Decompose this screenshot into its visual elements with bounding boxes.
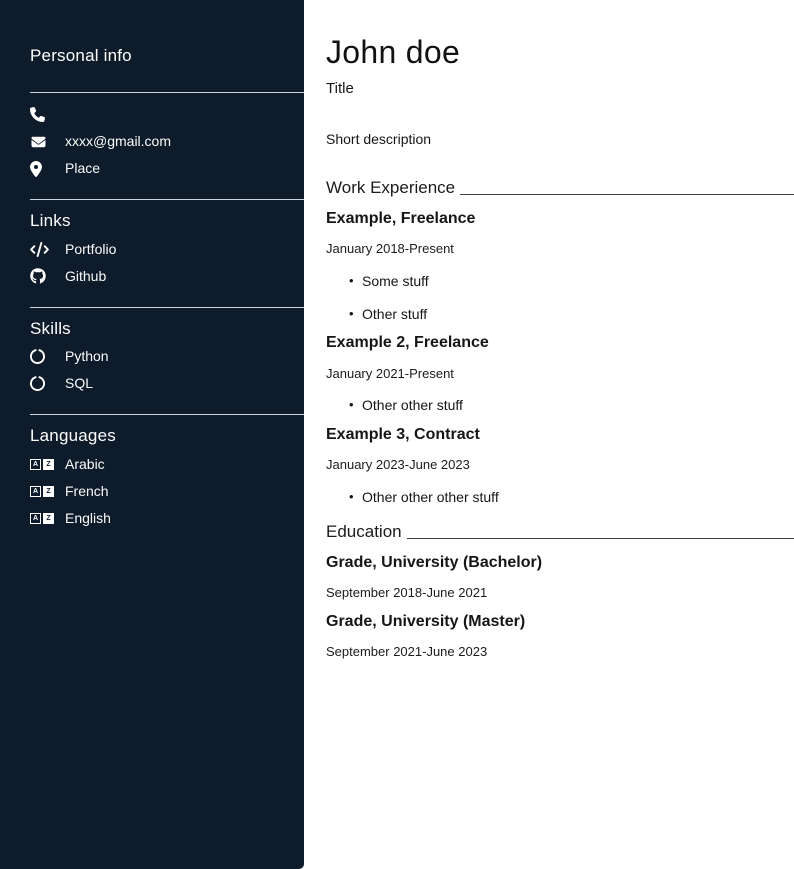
sidebar-divider [30, 199, 304, 200]
sidebar-divider [30, 414, 304, 415]
education-entry-title: Grade, University (Bachelor) [326, 553, 794, 572]
job-title: Title [326, 80, 794, 98]
work-entry-dates: January 2018-Present [326, 241, 794, 257]
envelope-icon [30, 135, 54, 149]
work-entry-title: Example 2, Freelance [326, 333, 794, 352]
education-label: Education [326, 522, 402, 542]
links-list: Portfolio Github [30, 236, 304, 290]
bullet-item: Other stuff [362, 306, 794, 323]
work-experience-label: Work Experience [326, 178, 455, 198]
skills-heading: Skills [30, 319, 304, 339]
language-item-english: AZ English [30, 505, 304, 532]
code-icon [30, 242, 54, 257]
resume-main: John doe Title Short description Work Ex… [304, 0, 794, 869]
languages-heading: Languages [30, 426, 304, 446]
section-heading-education: Education [326, 522, 794, 542]
bullet-item: Other other stuff [362, 397, 794, 414]
link-item-github[interactable]: Github [30, 263, 304, 290]
location-icon [30, 161, 54, 177]
education-entry-dates: September 2018-June 2021 [326, 585, 794, 601]
work-entry-bullets: Other other other stuff [326, 489, 794, 506]
language-text: English [65, 510, 111, 527]
place-text: Place [65, 160, 100, 177]
section-rule [460, 194, 794, 195]
work-entry-title: Example, Freelance [326, 209, 794, 228]
skill-item-sql: SQL [30, 370, 304, 397]
work-entry: Example 3, Contract January 2023-June 20… [326, 425, 794, 506]
skills-list: Python SQL [30, 343, 304, 397]
education-entry: Grade, University (Bachelor) September 2… [326, 553, 794, 601]
language-text: Arabic [65, 456, 105, 473]
portfolio-link-text: Portfolio [65, 241, 116, 258]
work-entry-bullets: Other other stuff [326, 397, 794, 414]
language-icon: AZ [30, 513, 54, 524]
section-rule [407, 538, 794, 539]
circle-notch-icon [30, 376, 54, 391]
work-entry: Example 2, Freelance January 2021-Presen… [326, 333, 794, 414]
language-item-arabic: AZ Arabic [30, 451, 304, 478]
education-entry-title: Grade, University (Master) [326, 612, 794, 631]
language-icon: AZ [30, 486, 54, 497]
work-entry: Example, Freelance January 2018-Present … [326, 209, 794, 322]
links-heading: Links [30, 211, 304, 231]
bullet-item: Some stuff [362, 273, 794, 290]
short-description: Short description [326, 131, 794, 148]
skill-item-python: Python [30, 343, 304, 370]
circle-notch-icon [30, 349, 54, 364]
work-entry-dates: January 2023-June 2023 [326, 457, 794, 473]
work-entry-title: Example 3, Contract [326, 425, 794, 444]
contact-item-email: xxxx@gmail.com [30, 128, 304, 155]
language-icon: AZ [30, 459, 54, 470]
sidebar: Personal info xxxx@gmail.com Place Links [0, 0, 304, 869]
name-heading: John doe [326, 34, 794, 71]
github-icon [30, 268, 54, 284]
skill-text: SQL [65, 375, 93, 392]
phone-icon [30, 107, 54, 122]
language-text: French [65, 483, 109, 500]
section-heading-work: Work Experience [326, 178, 794, 198]
languages-list: AZ Arabic AZ French AZ English [30, 451, 304, 532]
sidebar-divider [30, 307, 304, 308]
contact-list: xxxx@gmail.com Place [30, 101, 304, 182]
sidebar-divider [30, 92, 304, 93]
contact-item-place: Place [30, 155, 304, 182]
github-link-text: Github [65, 268, 106, 285]
language-item-french: AZ French [30, 478, 304, 505]
education-entry: Grade, University (Master) September 202… [326, 612, 794, 660]
contact-item-phone [30, 101, 304, 128]
email-text: xxxx@gmail.com [65, 133, 171, 150]
work-entry-dates: January 2021-Present [326, 366, 794, 382]
bullet-item: Other other other stuff [362, 489, 794, 506]
work-entry-bullets: Some stuff Other stuff [326, 273, 794, 323]
link-item-portfolio[interactable]: Portfolio [30, 236, 304, 263]
education-entry-dates: September 2021-June 2023 [326, 644, 794, 660]
skill-text: Python [65, 348, 109, 365]
personal-info-heading: Personal info [30, 46, 304, 66]
